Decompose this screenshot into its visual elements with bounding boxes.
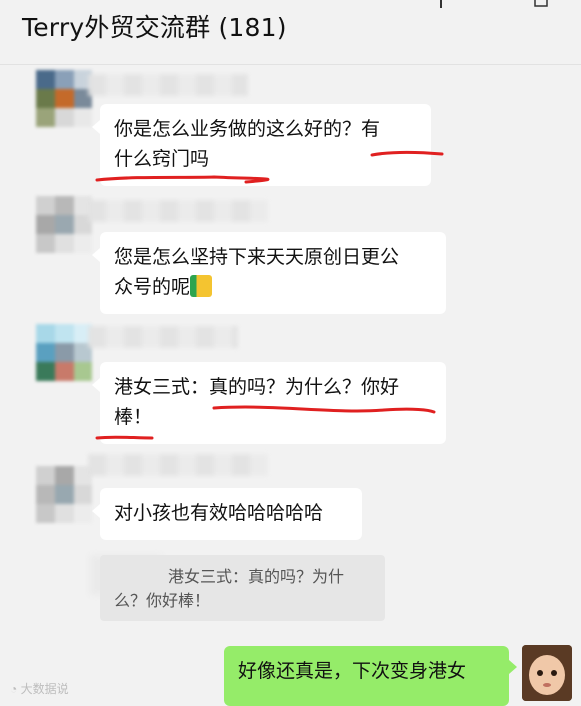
message-text-line: 对小孩也有效哈哈哈哈哈 (114, 502, 324, 524)
quote-text-line: 港女三式：真的吗？为什 (168, 567, 345, 586)
message-text-line: 众号的呢 (114, 276, 191, 298)
message-text-line: 您是怎么坚持下来天天原创日更公 (114, 246, 400, 268)
outgoing-message-text: 好像还真是，下次变身港女 (238, 660, 467, 682)
red-underline (95, 405, 436, 440)
more-icon[interactable] (534, 0, 548, 8)
self-avatar[interactable] (522, 645, 572, 701)
message-bubble[interactable]: 对小孩也有效哈哈哈哈哈 (92, 488, 362, 540)
sender-name (88, 200, 268, 222)
message-text-line: 港女三式：真的吗？为什么？你好 (114, 376, 400, 398)
thumbs-up-icon (190, 275, 213, 297)
outgoing-message-bubble[interactable]: 好像还真是，下次变身港女 (224, 646, 517, 706)
message-bubble[interactable]: 您是怎么坚持下来天天原创日更公 众号的呢 (92, 232, 446, 314)
watermark: ◔ 大数据说 (10, 680, 69, 697)
watermark-logo-icon: ◔ (10, 682, 18, 696)
avatar[interactable] (36, 70, 92, 140)
add-icon[interactable] (434, 0, 448, 8)
chat-header: Terry外贸交流群 (181) (0, 0, 581, 65)
chat-title: Terry外贸交流群 (181) (22, 13, 287, 42)
red-underline (95, 150, 444, 184)
watermark-text: 大数据说 (20, 682, 69, 696)
avatar[interactable] (36, 196, 92, 266)
sender-name (88, 326, 238, 348)
sender-name (88, 454, 268, 476)
quote-text-line: 么？你好棒！ (114, 591, 211, 610)
quoted-message[interactable]: 港女三式：真的吗？为什 么？你好棒！ (100, 555, 385, 621)
sender-name (88, 74, 248, 96)
message-text-line: 你是怎么业务做的这么好的？有 (114, 118, 381, 140)
avatar[interactable] (36, 466, 92, 536)
avatar[interactable] (36, 324, 92, 394)
